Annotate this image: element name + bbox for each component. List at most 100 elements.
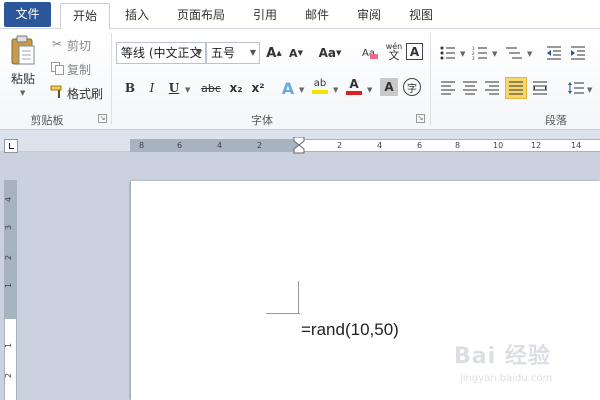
shrink-font-icon: A xyxy=(289,46,298,60)
ruler-tick: 12 xyxy=(531,141,542,150)
tab-references[interactable]: 引用 xyxy=(244,3,286,29)
distributed-button[interactable] xyxy=(530,78,550,98)
shrink-font-button[interactable]: A ▼ xyxy=(286,43,306,63)
character-shading-icon: A xyxy=(384,80,394,94)
margin-corner-h xyxy=(266,313,300,314)
tab-insert[interactable]: 插入 xyxy=(116,3,158,29)
character-shading-button[interactable]: A xyxy=(380,78,398,96)
line-spacing-button[interactable] xyxy=(566,78,586,98)
text-effect-icon: A xyxy=(281,78,295,98)
font-launcher-icon[interactable]: ↘ xyxy=(416,114,425,123)
align-center-button[interactable] xyxy=(460,78,480,98)
numbering-button[interactable]: 123 xyxy=(470,43,490,63)
watermark-logo: Bai 经验 xyxy=(454,344,551,369)
font-color-bar xyxy=(346,91,362,95)
strikethrough-button[interactable]: abc xyxy=(198,78,224,98)
line-spacing-dropdown-icon[interactable]: ▼ xyxy=(587,86,592,94)
ruler-tick: 10 xyxy=(493,141,504,150)
align-left-button[interactable] xyxy=(438,78,458,98)
tab-mailings[interactable]: 邮件 xyxy=(296,3,338,29)
tab-view[interactable]: 视图 xyxy=(400,3,442,29)
watermark-url: jingyan.baidu.com xyxy=(460,373,553,384)
horizontal-ruler[interactable]: 8 6 4 2 2 4 6 8 10 12 14 xyxy=(130,137,600,154)
bullets-dropdown-icon[interactable]: ▼ xyxy=(460,50,465,58)
bold-button[interactable]: B xyxy=(120,78,140,98)
font-size-value: 五号 xyxy=(211,46,236,60)
numbering-dropdown-icon[interactable]: ▼ xyxy=(492,50,497,58)
copy-label[interactable]: 复制 xyxy=(67,61,91,78)
bullets-button[interactable] xyxy=(438,43,458,63)
highlight-dropdown-icon[interactable]: ▼ xyxy=(333,86,338,94)
align-right-button[interactable] xyxy=(482,78,502,98)
underline-button[interactable]: U xyxy=(164,78,184,98)
font-color-button[interactable]: A xyxy=(344,76,364,96)
justify-button[interactable] xyxy=(505,77,527,99)
ruler-tick: 8 xyxy=(455,141,461,150)
tab-selector-icon[interactable] xyxy=(4,139,18,153)
clipboard-group-label: 剪贴板 xyxy=(30,114,64,127)
multilevel-list-button[interactable] xyxy=(504,43,524,63)
ruler-tick: 14 xyxy=(571,141,582,150)
font-group-label: 字体 xyxy=(251,114,273,127)
phonetic-guide-button[interactable]: wén 文 xyxy=(384,41,404,61)
character-border-button[interactable]: A xyxy=(406,43,423,60)
paste-label[interactable]: 粘贴 xyxy=(11,70,35,87)
subscript-button[interactable]: x₂ xyxy=(226,78,246,98)
ruler-tick: 6 xyxy=(177,141,183,150)
underline-dropdown-icon[interactable]: ▼ xyxy=(185,86,190,94)
enclose-characters-button[interactable]: 字 xyxy=(403,78,421,96)
ribbon-tab-bar: 文件 开始 插入 页面布局 引用 邮件 审阅 视图 xyxy=(0,0,600,30)
subscript-icon: x₂ xyxy=(229,81,243,95)
clipboard-launcher-icon[interactable]: ↘ xyxy=(98,114,107,123)
margin-corner-v xyxy=(298,281,299,314)
paste-dropdown-icon[interactable]: ▼ xyxy=(20,89,25,97)
document-text[interactable]: =rand(10,50) xyxy=(301,320,399,340)
format-painter-icon[interactable] xyxy=(50,85,64,99)
paste-icon[interactable] xyxy=(8,33,38,67)
clear-formatting-button[interactable]: Aa xyxy=(360,43,380,63)
change-case-icon: Aa xyxy=(318,46,336,60)
highlight-button[interactable]: ab xyxy=(310,76,330,96)
cut-icon[interactable]: ✂ xyxy=(50,37,64,51)
tab-page-layout[interactable]: 页面布局 xyxy=(168,3,234,29)
font-color-dropdown-icon[interactable]: ▼ xyxy=(367,86,372,94)
text-effect-button[interactable]: A xyxy=(278,78,298,98)
increase-indent-button[interactable] xyxy=(568,43,588,63)
ruler-tick: 8 xyxy=(139,141,145,150)
ruler-tick: 4 xyxy=(217,141,223,150)
change-case-button[interactable]: Aa ▼ xyxy=(316,43,344,63)
ruler-tick: 6 xyxy=(417,141,423,150)
superscript-button[interactable]: x² xyxy=(248,78,268,98)
cut-label[interactable]: 剪切 xyxy=(67,37,91,54)
ruler-tick: 2 xyxy=(337,141,343,150)
ribbon-home: 粘贴 ▼ ✂ 剪切 复制 格式刷 剪贴板 ↘ 等线 (中文正文 ▼ 五号 ▼ A… xyxy=(0,29,600,130)
ruler-tick: 2 xyxy=(4,254,14,261)
vertical-ruler[interactable]: 4 3 2 1 1 2 xyxy=(4,180,17,400)
chevron-down-icon: ▼ xyxy=(249,48,256,57)
italic-icon: I xyxy=(149,81,155,95)
italic-button[interactable]: I xyxy=(142,78,162,98)
ruler-tick: 1 xyxy=(4,342,14,349)
paragraph-group-label: 段落 xyxy=(545,114,567,127)
font-name-select[interactable]: 等线 (中文正文 ▼ xyxy=(116,42,206,64)
ruler-tick: 4 xyxy=(4,196,14,203)
copy-icon[interactable] xyxy=(50,61,64,75)
decrease-indent-button[interactable] xyxy=(544,43,564,63)
multilevel-dropdown-icon[interactable]: ▼ xyxy=(527,50,532,58)
ruler-margin-left xyxy=(131,140,299,151)
format-painter-label[interactable]: 格式刷 xyxy=(67,85,103,102)
group-separator xyxy=(430,33,431,125)
font-size-select[interactable]: 五号 ▼ xyxy=(206,42,260,64)
chevron-down-icon: ▼ xyxy=(195,48,202,57)
superscript-icon: x² xyxy=(251,81,265,95)
tab-home[interactable]: 开始 xyxy=(60,3,110,30)
highlight-color-bar xyxy=(312,90,328,94)
indent-marker-icon[interactable] xyxy=(292,137,306,154)
grow-font-button[interactable]: A ▲ xyxy=(264,43,284,63)
ruler-tick: 2 xyxy=(257,141,263,150)
text-effect-dropdown-icon[interactable]: ▼ xyxy=(299,86,304,94)
enclose-characters-icon: 字 xyxy=(407,83,417,95)
tab-file[interactable]: 文件 xyxy=(4,2,51,27)
font-name-value: 等线 (中文正文 xyxy=(121,46,202,60)
tab-review[interactable]: 审阅 xyxy=(348,3,390,29)
